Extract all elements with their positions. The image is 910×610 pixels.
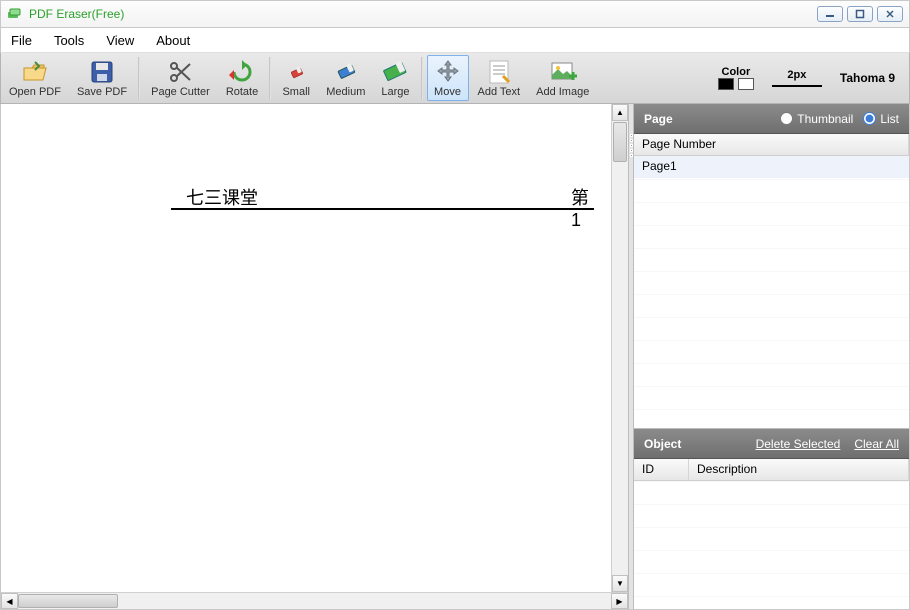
open-pdf-button[interactable]: Open PDF (2, 55, 68, 101)
toolbar-label: Open PDF (9, 86, 61, 98)
document-viewport: 七三课堂 第 1 ▲ ▼ ◀ ▶ (1, 104, 628, 609)
line-width-label: 2px (787, 69, 806, 81)
sidebar: Page Thumbnail List Page Number Page1 Ob… (634, 104, 909, 609)
page-list[interactable]: Page Number Page1 (634, 134, 909, 428)
page-list-row[interactable]: Page1 (634, 156, 909, 178)
floppy-disk-icon (88, 58, 116, 86)
rotate-button[interactable]: Rotate (219, 55, 265, 101)
toolbar-separator (138, 57, 140, 99)
eraser-large-icon (381, 58, 409, 86)
object-list-header: ID Description (634, 459, 909, 481)
vertical-scrollbar[interactable]: ▲ ▼ (611, 104, 628, 592)
toolbar: Open PDF Save PDF Page Cutter Rotate Sma… (0, 52, 910, 104)
delete-selected-link[interactable]: Delete Selected (756, 437, 841, 451)
toolbar-label: Save PDF (77, 86, 127, 98)
app-icon (7, 6, 23, 22)
scroll-right-icon[interactable]: ▶ (611, 593, 628, 609)
object-panel-header: Object Delete Selected Clear All (634, 429, 909, 459)
image-icon (549, 58, 577, 86)
folder-open-icon (21, 58, 49, 86)
page-list-header: Page Number (634, 134, 909, 156)
toolbar-label: Move (434, 86, 461, 98)
move-icon (434, 58, 462, 86)
eraser-medium-icon (332, 58, 360, 86)
scroll-up-icon[interactable]: ▲ (612, 104, 628, 121)
eraser-small-icon (282, 58, 310, 86)
toolbar-separator (421, 57, 423, 99)
eraser-small-button[interactable]: Small (275, 55, 317, 101)
page-panel: Page Thumbnail List Page Number Page1 (634, 104, 909, 429)
minimize-button[interactable] (817, 6, 843, 22)
main-area: 七三课堂 第 1 ▲ ▼ ◀ ▶ Page Thumbnail (0, 104, 910, 610)
scroll-thumb[interactable] (613, 122, 627, 162)
color-picker[interactable]: Color (718, 66, 754, 90)
doc-text-left: 七三课堂 (186, 184, 258, 210)
save-pdf-button[interactable]: Save PDF (70, 55, 134, 101)
col-description[interactable]: Description (689, 459, 909, 480)
page-cutter-button[interactable]: Page Cutter (144, 55, 217, 101)
doc-horizontal-rule (171, 208, 594, 210)
view-thumbnail-radio[interactable]: Thumbnail (780, 112, 853, 126)
close-button[interactable] (877, 6, 903, 22)
page-panel-header: Page Thumbnail List (634, 104, 909, 134)
object-panel-title: Object (644, 437, 681, 451)
scissors-icon (166, 58, 194, 86)
color-swatch-black[interactable] (718, 78, 734, 90)
toolbar-label: Medium (326, 86, 365, 98)
col-page-number[interactable]: Page Number (634, 134, 909, 155)
page-panel-title: Page (644, 112, 673, 126)
add-image-button[interactable]: Add Image (529, 55, 596, 101)
toolbar-label: Add Text (478, 86, 521, 98)
eraser-medium-button[interactable]: Medium (319, 55, 372, 101)
scroll-down-icon[interactable]: ▼ (612, 575, 628, 592)
text-icon (485, 58, 513, 86)
color-label: Color (722, 66, 751, 78)
add-text-button[interactable]: Add Text (471, 55, 528, 101)
line-width-preview (772, 85, 822, 87)
view-list-radio[interactable]: List (863, 112, 899, 126)
page-list-cell: Page1 (634, 156, 909, 178)
eraser-large-button[interactable]: Large (374, 55, 416, 101)
toolbar-label: Large (381, 86, 409, 98)
toolbar-label: Page Cutter (151, 86, 210, 98)
menu-about[interactable]: About (156, 33, 190, 48)
scroll-left-icon[interactable]: ◀ (1, 593, 18, 609)
clear-all-link[interactable]: Clear All (854, 437, 899, 451)
toolbar-label: Rotate (226, 86, 258, 98)
toolbar-separator (269, 57, 271, 99)
rotate-icon (228, 58, 256, 86)
menu-tools[interactable]: Tools (54, 33, 84, 48)
object-panel: Object Delete Selected Clear All ID Desc… (634, 429, 909, 609)
toolbar-label: Add Image (536, 86, 589, 98)
move-button[interactable]: Move (427, 55, 469, 101)
font-picker[interactable]: Tahoma 9 (840, 71, 895, 85)
menu-file[interactable]: File (11, 33, 32, 48)
col-id[interactable]: ID (634, 459, 689, 480)
titlebar: PDF Eraser(Free) (0, 0, 910, 28)
scroll-thumb[interactable] (18, 594, 118, 608)
color-swatch-white[interactable] (738, 78, 754, 90)
pdf-page[interactable]: 七三课堂 第 1 (1, 104, 596, 584)
horizontal-scrollbar[interactable]: ◀ ▶ (1, 592, 628, 609)
object-list[interactable]: ID Description (634, 459, 909, 609)
menubar: File Tools View About (0, 28, 910, 52)
toolbar-label: Small (282, 86, 310, 98)
menu-view[interactable]: View (106, 33, 134, 48)
line-width-picker[interactable]: 2px (772, 69, 822, 87)
maximize-button[interactable] (847, 6, 873, 22)
window-title: PDF Eraser(Free) (29, 7, 124, 21)
document-canvas[interactable]: 七三课堂 第 1 ▲ ▼ (1, 104, 628, 592)
